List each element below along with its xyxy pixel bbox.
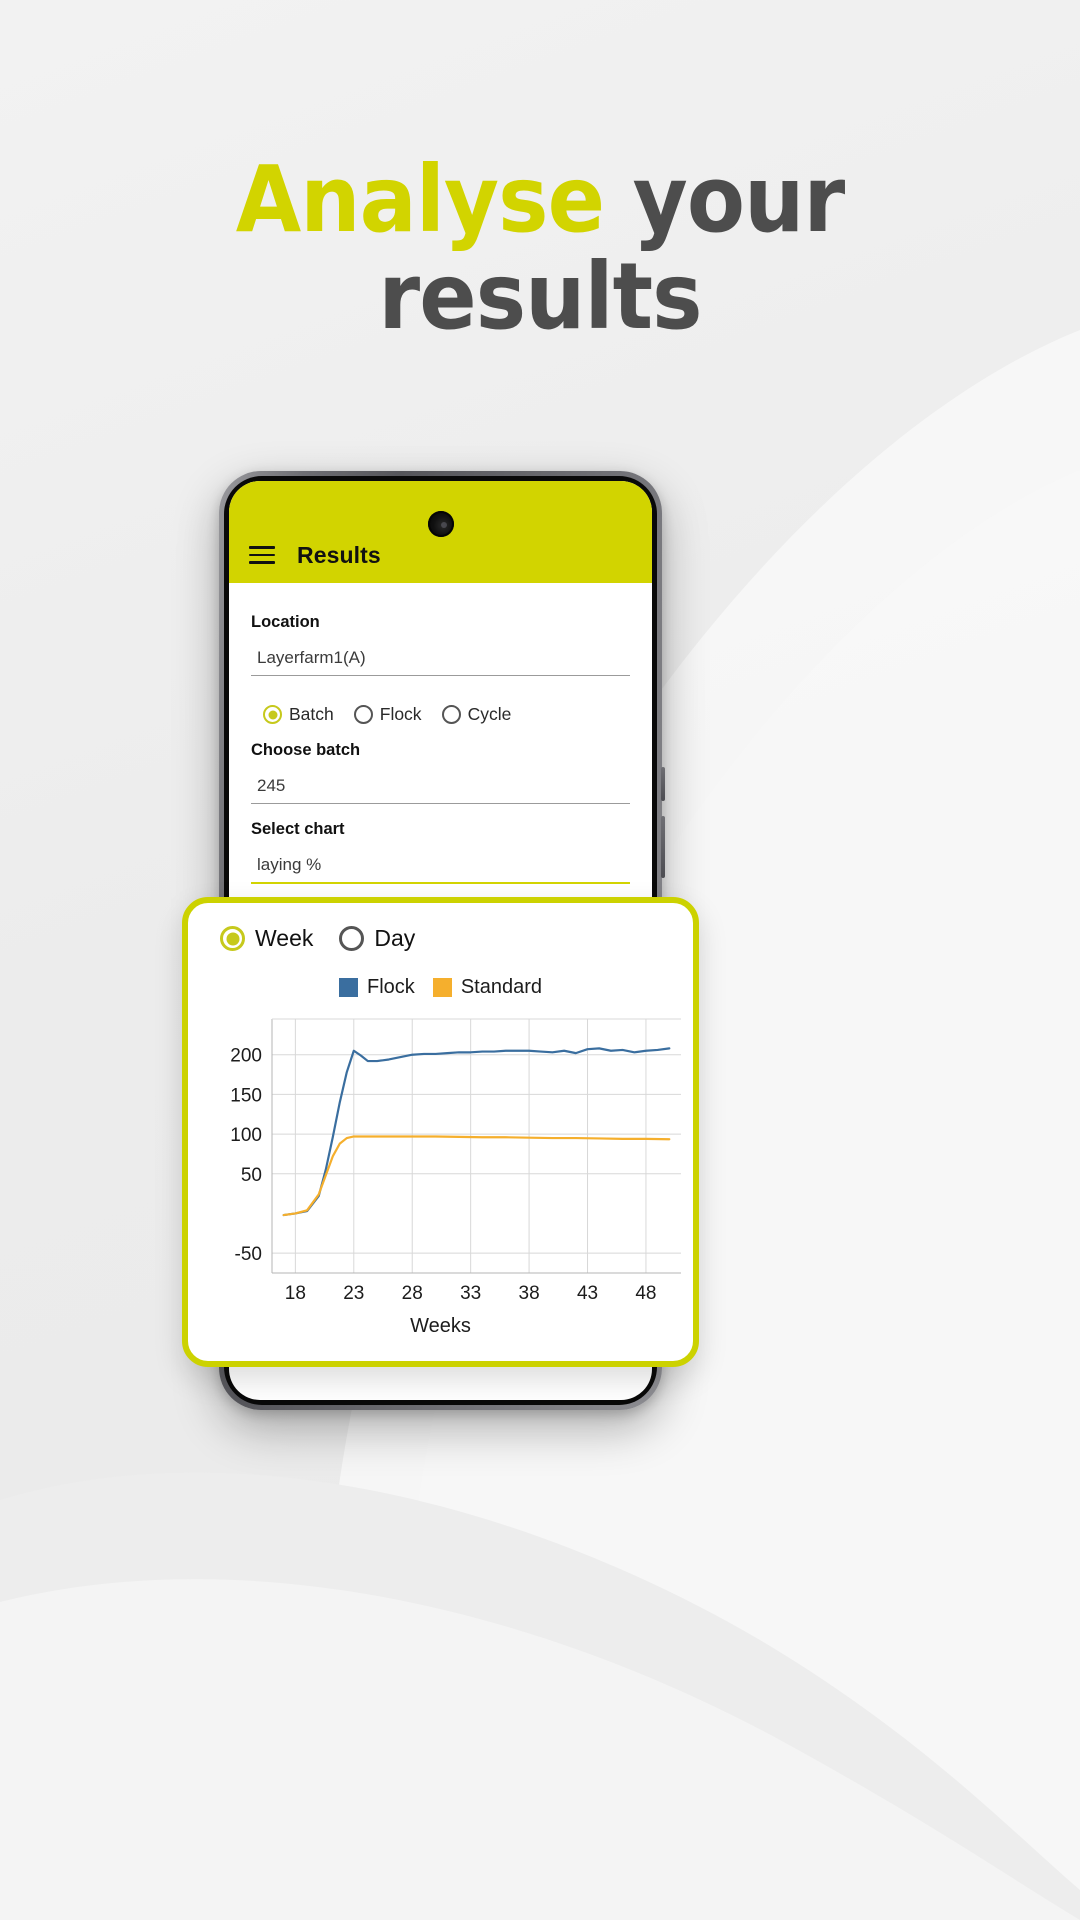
svg-text:50: 50 [241, 1165, 262, 1186]
phone-power-button [661, 816, 665, 878]
chart-x-axis-title: Weeks [410, 1315, 471, 1337]
location-field[interactable]: Layerfarm1(A) [251, 634, 630, 676]
radio-label-batch: Batch [289, 704, 334, 724]
svg-text:48: 48 [635, 1283, 656, 1304]
front-camera-icon [427, 511, 454, 537]
svg-text:100: 100 [230, 1125, 262, 1146]
results-form: Location Layerfarm1(A) Batch Flock Cycle [229, 583, 652, 933]
radio-indicator-week [220, 926, 245, 951]
legend-swatch-standard [432, 978, 452, 997]
headline-accent-word: Analyse [235, 146, 605, 253]
headline-line-1: Analyse your [43, 151, 1037, 249]
hamburger-menu-icon[interactable] [249, 546, 275, 564]
chart-plot-area: -50 50 100 150 200 18 23 28 33 38 43 48 [206, 1013, 681, 1313]
chart-select-label: Select chart [251, 820, 345, 838]
headline-line-2: results [378, 242, 702, 350]
svg-text:33: 33 [460, 1283, 481, 1304]
location-value: Layerfarm1(A) [257, 648, 366, 667]
chart-select-value: laying % [257, 855, 322, 874]
radio-label-day: Day [374, 925, 416, 951]
app-bar-row: Results [229, 527, 381, 583]
radio-option-cycle[interactable]: Cycle [441, 704, 512, 725]
radio-label-cycle: Cycle [467, 704, 512, 724]
batch-label: Choose batch [251, 741, 361, 759]
period-radio-group: Week Day [206, 925, 675, 952]
scope-radio-group: Batch Flock Cycle [251, 704, 630, 725]
svg-text:-50: -50 [235, 1244, 262, 1265]
svg-text:200: 200 [230, 1046, 262, 1067]
batch-field[interactable]: 245 [251, 762, 630, 804]
headline-plain-word: your [632, 146, 846, 253]
radio-indicator-batch [263, 705, 282, 724]
radio-indicator-flock [353, 705, 373, 724]
svg-text:28: 28 [402, 1283, 423, 1304]
batch-value: 245 [257, 776, 286, 795]
chart-select-field[interactable]: laying % [251, 841, 630, 884]
legend-item-flock[interactable]: Flock [339, 976, 415, 999]
app-bar: Results [229, 481, 652, 583]
app-bar-title: Results [297, 541, 381, 568]
radio-option-flock[interactable]: Flock [353, 704, 422, 725]
legend-label-standard: Standard [460, 976, 542, 998]
radio-option-batch[interactable]: Batch [263, 704, 334, 725]
chart-legend: Flock Standard [206, 976, 675, 999]
radio-option-week[interactable]: Week [220, 925, 313, 952]
legend-swatch-flock [339, 978, 359, 997]
phone-volume-button [661, 767, 665, 801]
svg-text:18: 18 [285, 1283, 306, 1304]
legend-label-flock: Flock [367, 976, 415, 998]
svg-text:38: 38 [519, 1283, 540, 1304]
radio-indicator-cycle [441, 705, 461, 724]
radio-label-flock: Flock [379, 704, 422, 724]
svg-text:43: 43 [577, 1283, 598, 1304]
svg-text:23: 23 [343, 1283, 364, 1304]
radio-label-week: Week [255, 925, 314, 951]
page-title: Analyse your results [43, 151, 1037, 350]
svg-text:150: 150 [230, 1085, 262, 1106]
line-chart-svg: -50 50 100 150 200 18 23 28 33 38 43 48 [230, 1018, 681, 1304]
radio-option-day[interactable]: Day [339, 925, 415, 952]
legend-item-standard[interactable]: Standard [432, 976, 542, 999]
location-label: Location [251, 613, 320, 631]
radio-indicator-day [339, 926, 365, 951]
chart-popup-card: Week Day Flock Standard -50 50 100 150 200 18… [182, 897, 699, 1367]
